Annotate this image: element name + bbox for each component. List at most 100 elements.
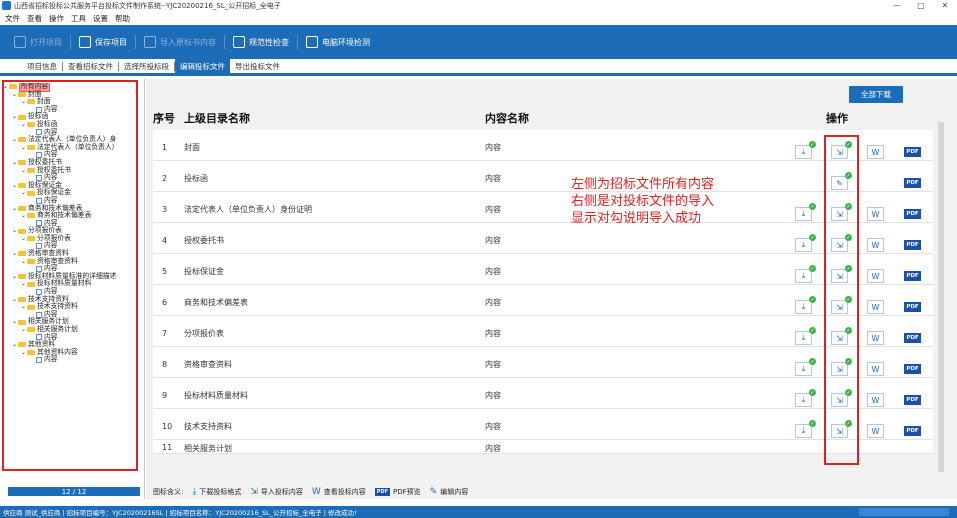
row-parent: 投标函 — [184, 174, 208, 183]
row-seq: 7 — [162, 329, 168, 338]
row-content: 内容 — [485, 143, 501, 152]
save-icon — [79, 36, 91, 48]
legend-pdf-label: PDF预览 — [393, 487, 421, 496]
pdf-preview-button[interactable]: PDF — [904, 271, 921, 281]
table-row: 7 分项报价表 内容 ⤓ ✓ ⇲ ✓ W PDF — [153, 316, 933, 347]
tree-pager: 12 / 12 — [8, 487, 140, 496]
row-seq: 8 — [162, 360, 168, 369]
row-seq: 6 — [162, 298, 168, 307]
table-row: 4 授权委托书 内容 ⤓ ✓ ⇲ ✓ W PDF — [153, 223, 933, 254]
monitor-icon — [306, 36, 318, 48]
pdf-preview-button[interactable]: PDF — [904, 333, 921, 343]
row-content: 内容 — [485, 205, 501, 214]
word-icon: W — [311, 486, 321, 497]
table-row: 10 技术支持资料 内容 ⤓ ✓ ⇲ ✓ W PDF — [153, 409, 933, 440]
pdf-preview-button[interactable]: PDF — [904, 395, 921, 405]
import-icon: ⇲ — [250, 486, 258, 497]
menu-view[interactable]: 查看 — [27, 13, 42, 24]
word-view-button[interactable]: W — [867, 424, 884, 438]
download-all-button[interactable]: 全部下载 — [849, 86, 903, 103]
row-seq: 2 — [162, 174, 168, 183]
maximize-button[interactable]: ▢ — [909, 0, 933, 11]
row-content: 内容 — [485, 422, 501, 431]
header-ops: 操作 — [826, 112, 848, 125]
word-view-button[interactable]: W — [867, 145, 884, 159]
word-view-button[interactable]: W — [867, 207, 884, 221]
table-row: 3 法定代表人（单位负责人）身份证明 内容 ⤓ ✓ ⇲ ✓ W PDF — [153, 192, 933, 223]
row-content: 内容 — [485, 444, 501, 453]
toolbar: 打开项目 保存项目 导入原标书内容 规范性检查 电脑环境检测 — [0, 25, 957, 59]
tab-export-bid[interactable]: 导出投标文件 — [230, 59, 285, 73]
annotation-line-3: 显示对勾说明导入成功 — [571, 211, 702, 226]
title-bar: 山西省招标投标公共服务平台投标文件制作系统--YJC20200216_SL_公开… — [0, 0, 957, 11]
highlight-box-right — [824, 135, 859, 465]
word-view-button[interactable]: W — [867, 331, 884, 345]
word-view-button[interactable]: W — [867, 362, 884, 376]
pdf-icon: PDF — [374, 487, 391, 496]
row-parent: 法定代表人（单位负责人）身份证明 — [184, 205, 312, 214]
table-row: 9 投标材料质量材料 内容 ⤓ ✓ ⇲ ✓ W PDF — [153, 378, 933, 409]
row-content: 内容 — [485, 267, 501, 276]
annotation-line-2: 右侧是对投标文件的导入 — [571, 194, 715, 209]
menu-settings[interactable]: 设置 — [93, 13, 108, 24]
menu-help[interactable]: 帮助 — [115, 13, 130, 24]
pdf-preview-button[interactable]: PDF — [904, 209, 921, 219]
legend-import-label: 导入投标内容 — [260, 487, 303, 496]
row-content: 内容 — [485, 236, 501, 245]
word-view-button[interactable]: W — [867, 393, 884, 407]
check-icon: ✓ — [809, 203, 816, 210]
word-view-button[interactable]: W — [867, 238, 884, 252]
status-indicator — [859, 508, 949, 516]
legend-word-label: 查看投标内容 — [323, 487, 366, 496]
header-seq: 序号 — [153, 112, 175, 125]
row-parent: 分项报价表 — [184, 329, 224, 338]
pdf-preview-button[interactable]: PDF — [904, 147, 921, 157]
compliance-check-button[interactable]: 规范性检查 — [225, 30, 297, 54]
menu-operate[interactable]: 操作 — [49, 13, 64, 24]
legend-edit: ✎ 编辑内容 — [430, 487, 469, 497]
scrollbar-thumb[interactable] — [938, 122, 944, 472]
app-icon — [2, 1, 11, 10]
legend-edit-label: 编辑内容 — [440, 487, 469, 496]
word-view-button[interactable]: W — [867, 269, 884, 283]
open-project-button[interactable]: 打开项目 — [6, 30, 70, 54]
legend-title: 图标含义: — [153, 487, 184, 496]
document-check-icon — [233, 36, 245, 48]
menu-tools[interactable]: 工具 — [71, 13, 86, 24]
table-row: 11 相关服务计划 内容 — [153, 440, 933, 454]
tab-select-section[interactable]: 选择所投标段 — [119, 59, 174, 73]
minimize-button[interactable]: — — [885, 0, 909, 11]
tab-view-tender[interactable]: 查看招标文件 — [63, 59, 118, 73]
row-content: 内容 — [485, 391, 501, 400]
tab-edit-bid[interactable]: 编辑投标文件 — [175, 59, 230, 73]
row-parent: 封面 — [184, 143, 200, 152]
row-parent: 商务和技术偏差表 — [184, 298, 248, 307]
check-icon: ✓ — [809, 389, 816, 396]
import-original-button[interactable]: 导入原标书内容 — [136, 30, 224, 54]
check-icon: ✓ — [809, 296, 816, 303]
tab-project-info[interactable]: 项目信息 — [22, 59, 62, 73]
save-project-label: 保存项目 — [95, 37, 127, 47]
save-project-button[interactable]: 保存项目 — [71, 30, 135, 54]
pdf-preview-button[interactable]: PDF — [904, 426, 921, 436]
row-parent: 投标材料质量材料 — [184, 391, 248, 400]
pdf-preview-button[interactable]: PDF — [904, 240, 921, 250]
pdf-preview-button[interactable]: PDF — [904, 364, 921, 374]
table-row: 1 封面 内容 ⤓ ✓ ⇲ ✓ W PDF — [153, 130, 933, 161]
row-parent: 投标保证金 — [184, 267, 224, 276]
tab-bar: 项目信息 查看招标文件 选择所投标段 编辑投标文件 导出投标文件 — [0, 59, 957, 76]
table-scrollbar[interactable] — [937, 110, 945, 480]
row-parent: 技术支持资料 — [184, 422, 232, 431]
menu-file[interactable]: 文件 — [5, 13, 20, 24]
window-title: 山西省招标投标公共服务平台投标文件制作系统--YJC20200216_SL_公开… — [14, 1, 281, 10]
row-content: 内容 — [485, 329, 501, 338]
word-view-button[interactable]: W — [867, 300, 884, 314]
row-content: 内容 — [485, 174, 501, 183]
pdf-preview-button[interactable]: PDF — [904, 302, 921, 312]
close-button[interactable]: ✕ — [933, 0, 957, 11]
table-row: 2 投标函 内容 ✎ ✓ PDF — [153, 161, 933, 192]
import-icon — [144, 36, 156, 48]
pdf-preview-button[interactable]: PDF — [904, 178, 921, 188]
row-seq: 5 — [162, 267, 168, 276]
env-check-button[interactable]: 电脑环境检测 — [298, 30, 378, 54]
